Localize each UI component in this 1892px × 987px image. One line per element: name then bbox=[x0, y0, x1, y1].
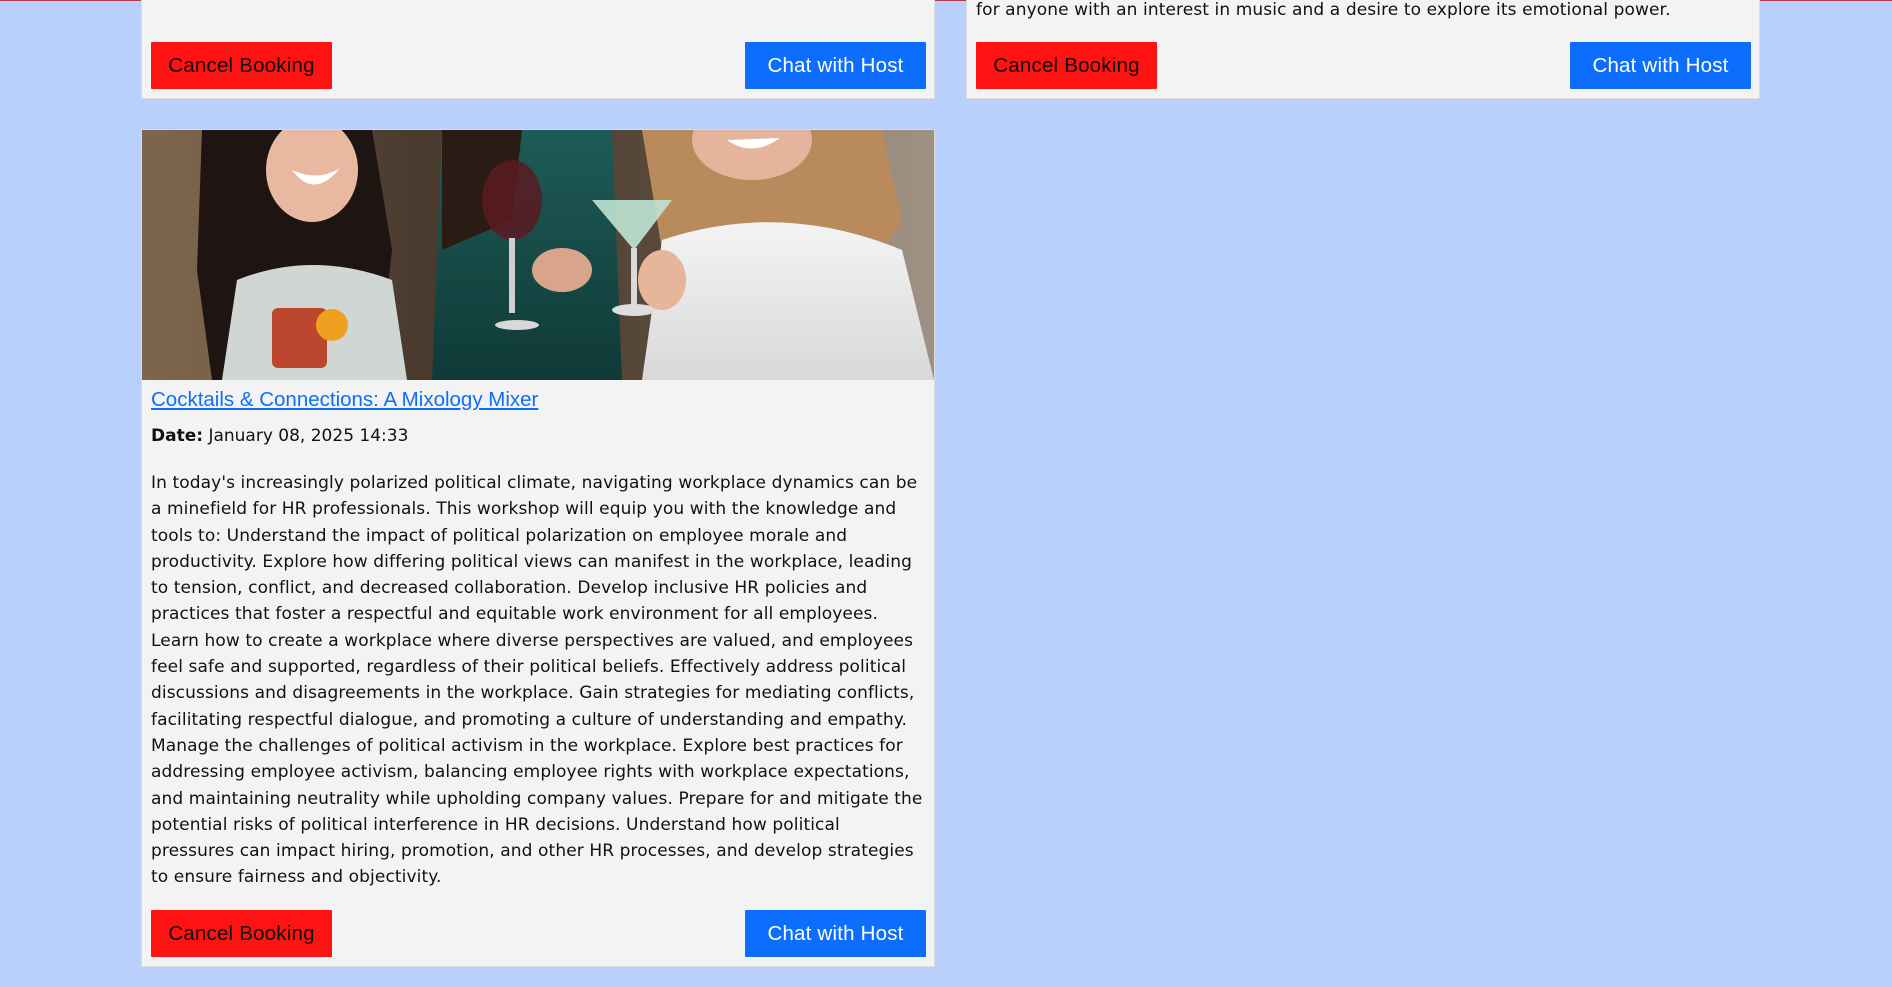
chat-with-host-button[interactable]: Chat with Host bbox=[745, 910, 926, 957]
date-label: Date: bbox=[151, 426, 204, 446]
event-description: In today's increasingly polarized politi… bbox=[151, 473, 923, 888]
booking-card-top-right: for anyone with an interest in music and… bbox=[966, 0, 1760, 99]
event-image bbox=[142, 130, 934, 380]
event-description-tail: for anyone with an interest in music and… bbox=[976, 0, 1671, 20]
cancel-booking-button[interactable]: Cancel Booking bbox=[976, 42, 1157, 89]
event-title-link[interactable]: Cocktails & Connections: A Mixology Mixe… bbox=[151, 388, 538, 412]
booking-card-top-left: Cancel Booking Chat with Host bbox=[141, 0, 935, 99]
booking-card-cocktails: Cocktails & Connections: A Mixology Mixe… bbox=[141, 129, 935, 967]
chat-with-host-button[interactable]: Chat with Host bbox=[745, 42, 926, 89]
event-date: Date: January 08, 2025 14:33 bbox=[151, 426, 408, 446]
chat-with-host-button[interactable]: Chat with Host bbox=[1570, 42, 1751, 89]
cancel-booking-button[interactable]: Cancel Booking bbox=[151, 910, 332, 957]
date-value: January 08, 2025 14:33 bbox=[208, 426, 409, 446]
cancel-booking-button[interactable]: Cancel Booking bbox=[151, 42, 332, 89]
